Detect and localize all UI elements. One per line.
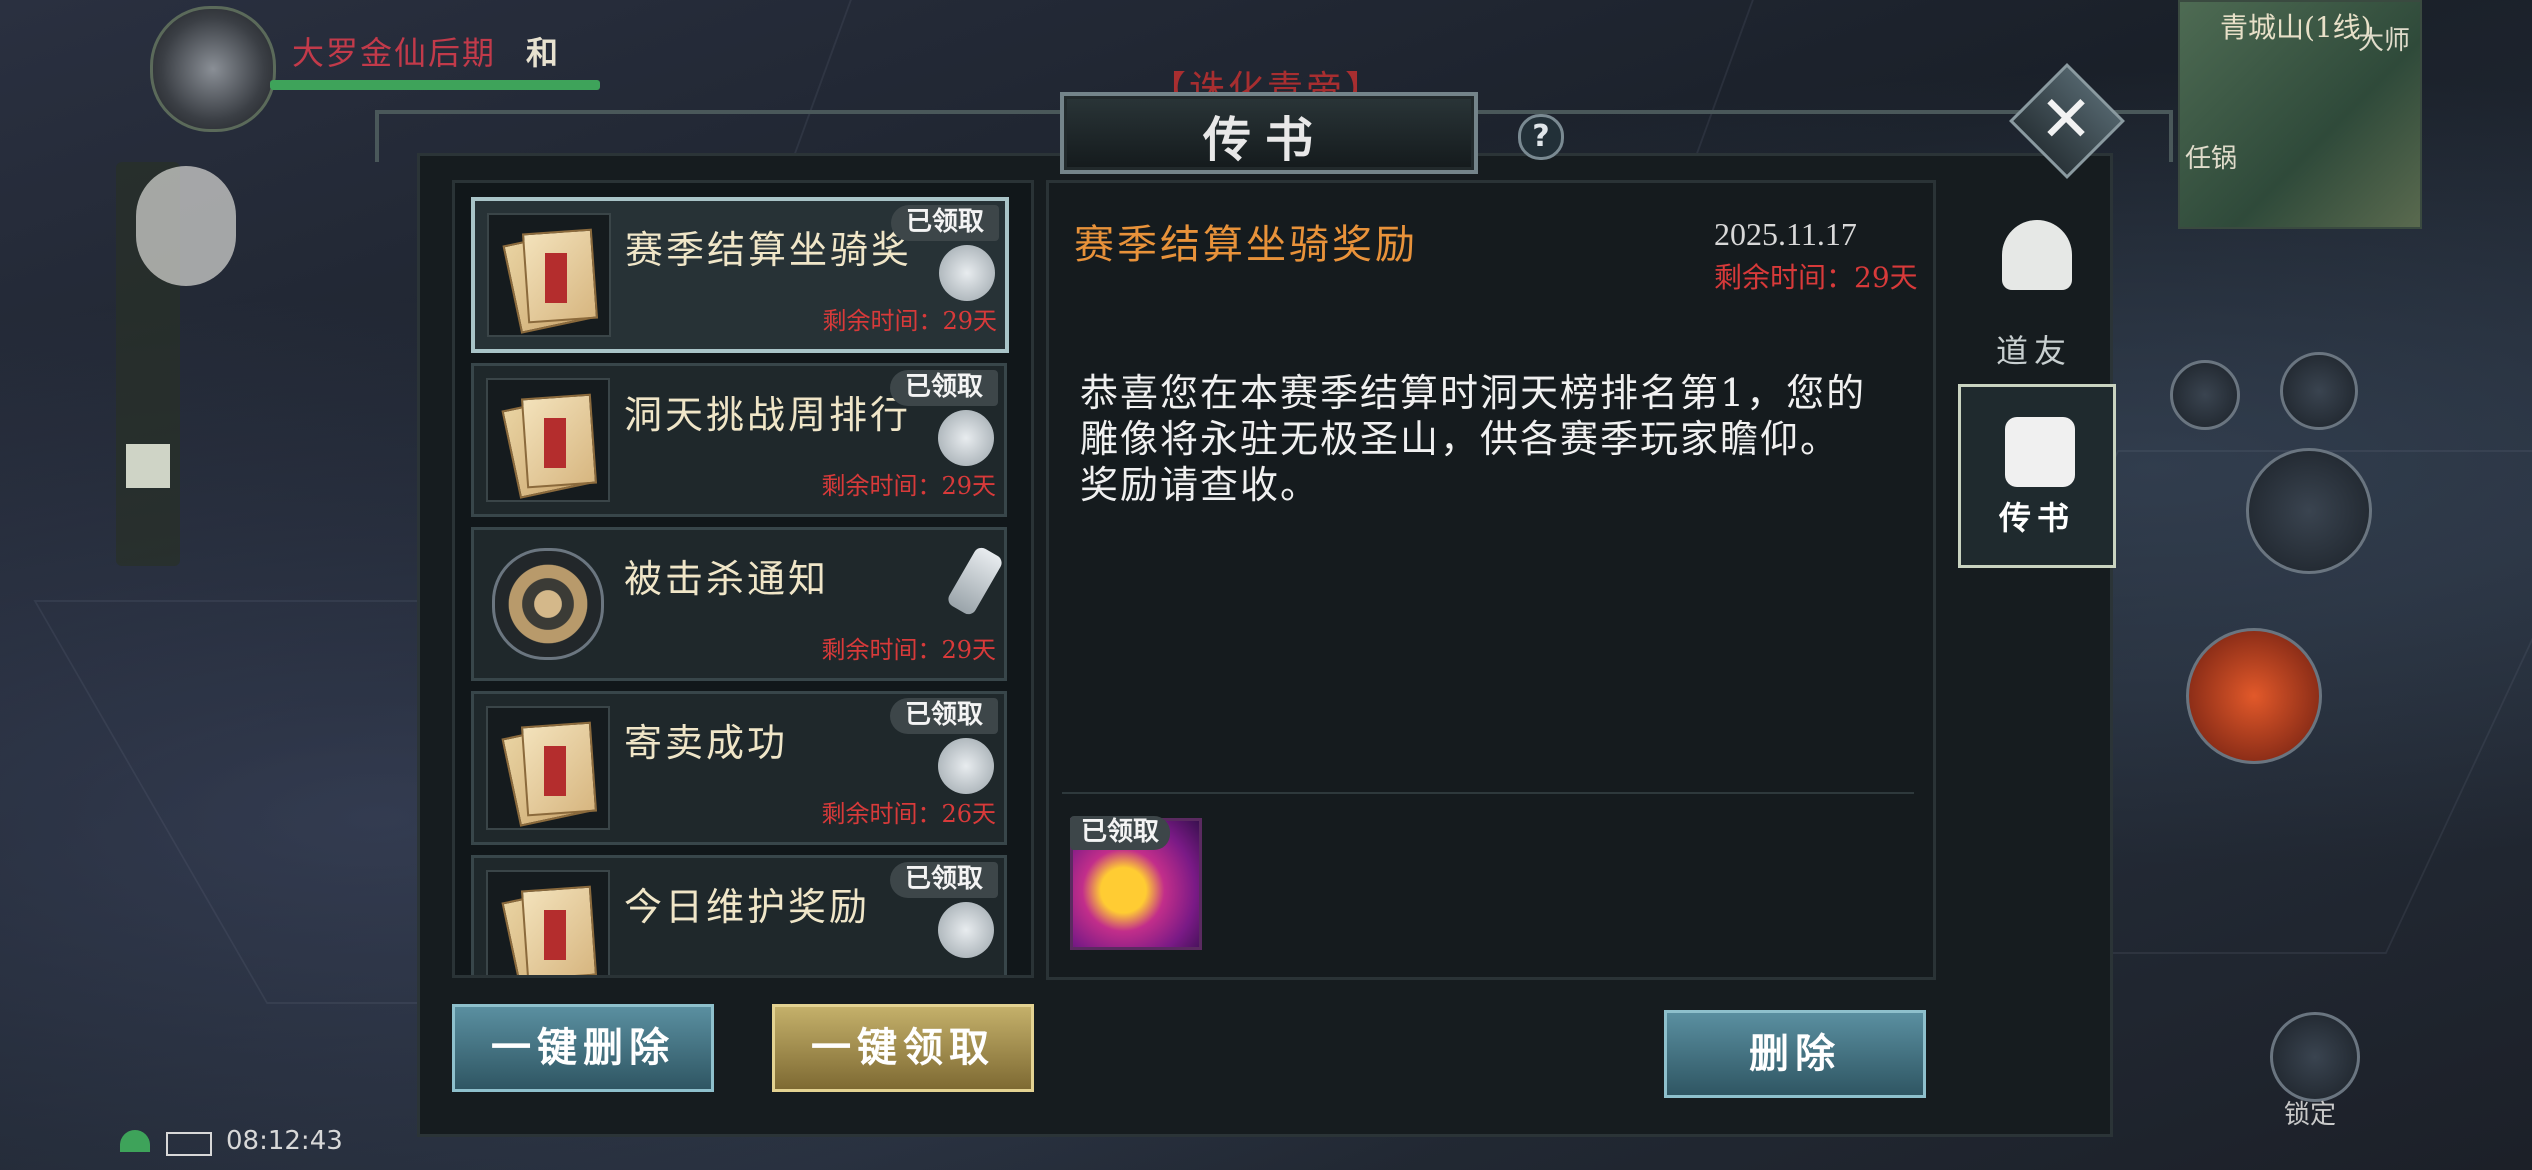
scroll-icon — [486, 378, 610, 502]
player-realm: 大罗金仙后期 — [292, 34, 497, 72]
claim-all-button[interactable]: 一键领取 — [772, 1004, 1034, 1092]
tab-friends[interactable]: 道友 — [1958, 196, 2110, 376]
tab-mail[interactable]: 传书 — [1958, 384, 2116, 568]
mail-item[interactable]: 赛季结算坐骑奖 已领取 剩余时间：29天 — [471, 197, 1009, 353]
tab-label: 道友 — [1995, 332, 2072, 370]
delete-all-button[interactable]: 一键删除 — [452, 1004, 714, 1092]
scroll-icon — [486, 870, 610, 975]
scroll-icon — [487, 213, 611, 337]
claimed-badge: 已领取 — [891, 205, 999, 241]
mail-list[interactable]: 赛季结算坐骑奖 已领取 剩余时间：29天 洞天挑战周排行 已领取 剩余时间：29… — [452, 180, 1034, 978]
mail-detail-remaining-time: 剩余时间：29天 — [1714, 261, 1918, 294]
fire-skill-icon[interactable] — [2186, 628, 2322, 764]
battery-icon — [166, 1132, 212, 1156]
mail-remaining-time: 剩余时间：26天 — [821, 800, 996, 828]
lock-target-label: 锁定 — [2284, 1100, 2337, 1130]
claimed-badge: 已领取 — [890, 862, 998, 898]
mail-body-line: 雕像将永驻无极圣山，供各赛季玩家瞻仰。 — [1080, 417, 1841, 461]
chat-icon — [2005, 417, 2075, 487]
mail-detail-title: 赛季结算坐骑奖励 — [1074, 222, 1418, 268]
mail-date: 2025.11.17 — [1714, 216, 1857, 252]
reward-bag-icon — [938, 410, 994, 466]
minimap-npc-label: 大师 — [2358, 26, 2411, 56]
yin-yang-icon[interactable] — [2246, 448, 2372, 574]
mail-title: 洞天挑战周排行 — [624, 393, 912, 437]
mail-item[interactable]: 寄卖成功 已领取 剩余时间：26天 — [471, 691, 1007, 845]
scroll-rolled-icon — [945, 544, 1005, 618]
claimed-badge: 已领取 — [1070, 816, 1170, 850]
lock-target-button[interactable] — [2270, 1012, 2360, 1102]
help-button[interactable]: ? — [1518, 114, 1564, 160]
minimap-npc-label: 任锅 — [2185, 144, 2238, 174]
mail-title: 寄卖成功 — [624, 721, 789, 765]
delete-button[interactable]: 删除 — [1664, 1010, 1926, 1098]
gear-icon — [486, 542, 606, 662]
mail-title: 被击杀通知 — [624, 557, 830, 601]
mail-remaining-time: 剩余时间：29天 — [821, 472, 996, 500]
clock: 08:12:43 — [226, 1126, 343, 1156]
minimap-location: 青城山(1线) — [2220, 11, 2372, 44]
reward-bag-icon — [938, 738, 994, 794]
mail-remaining-time: 剩余时间：29天 — [822, 307, 997, 335]
dialog-title: 传书 — [1202, 112, 1327, 168]
claimed-badge: 已领取 — [890, 370, 998, 406]
mail-title: 今日维护奖励 — [624, 885, 871, 929]
mode-indicator[interactable]: 和 — [526, 28, 558, 74]
mail-body: 恭喜您在本赛季结算时洞天榜排名第1，您的 雕像将永驻无极圣山，供各赛季玩家瞻仰。… — [1080, 370, 1920, 508]
player-avatar[interactable] — [150, 6, 276, 132]
tab-label: 传书 — [1998, 499, 2075, 537]
claimed-badge: 已领取 — [890, 698, 998, 734]
mail-item[interactable]: 被击杀通知 剩余时间：29天 — [471, 527, 1007, 681]
person-icon — [2002, 220, 2072, 290]
chat-bubble-icon[interactable] — [136, 166, 236, 286]
wifi-icon — [120, 1130, 150, 1152]
scroll-icon — [486, 706, 610, 830]
mail-remaining-time: 剩余时间：29天 — [821, 636, 996, 664]
reward-bag-icon — [939, 245, 995, 301]
mail-body-line: 恭喜您在本赛季结算时洞天榜排名第1，您的 — [1080, 371, 1867, 415]
flag-icon[interactable] — [126, 444, 170, 488]
mail-item[interactable]: 今日维护奖励 已领取 — [471, 855, 1007, 975]
divider — [1062, 792, 1914, 794]
health-bar — [270, 80, 600, 90]
reward-bag-icon — [938, 902, 994, 958]
mail-title: 赛季结算坐骑奖 — [625, 228, 913, 272]
close-icon[interactable]: ✕ — [2026, 80, 2106, 160]
mail-item[interactable]: 洞天挑战周排行 已领取 剩余时间：29天 — [471, 363, 1007, 517]
bag-icon[interactable] — [2170, 360, 2240, 430]
skill-icon[interactable] — [2280, 352, 2358, 430]
mail-body-line: 奖励请查收。 — [1080, 463, 1321, 507]
